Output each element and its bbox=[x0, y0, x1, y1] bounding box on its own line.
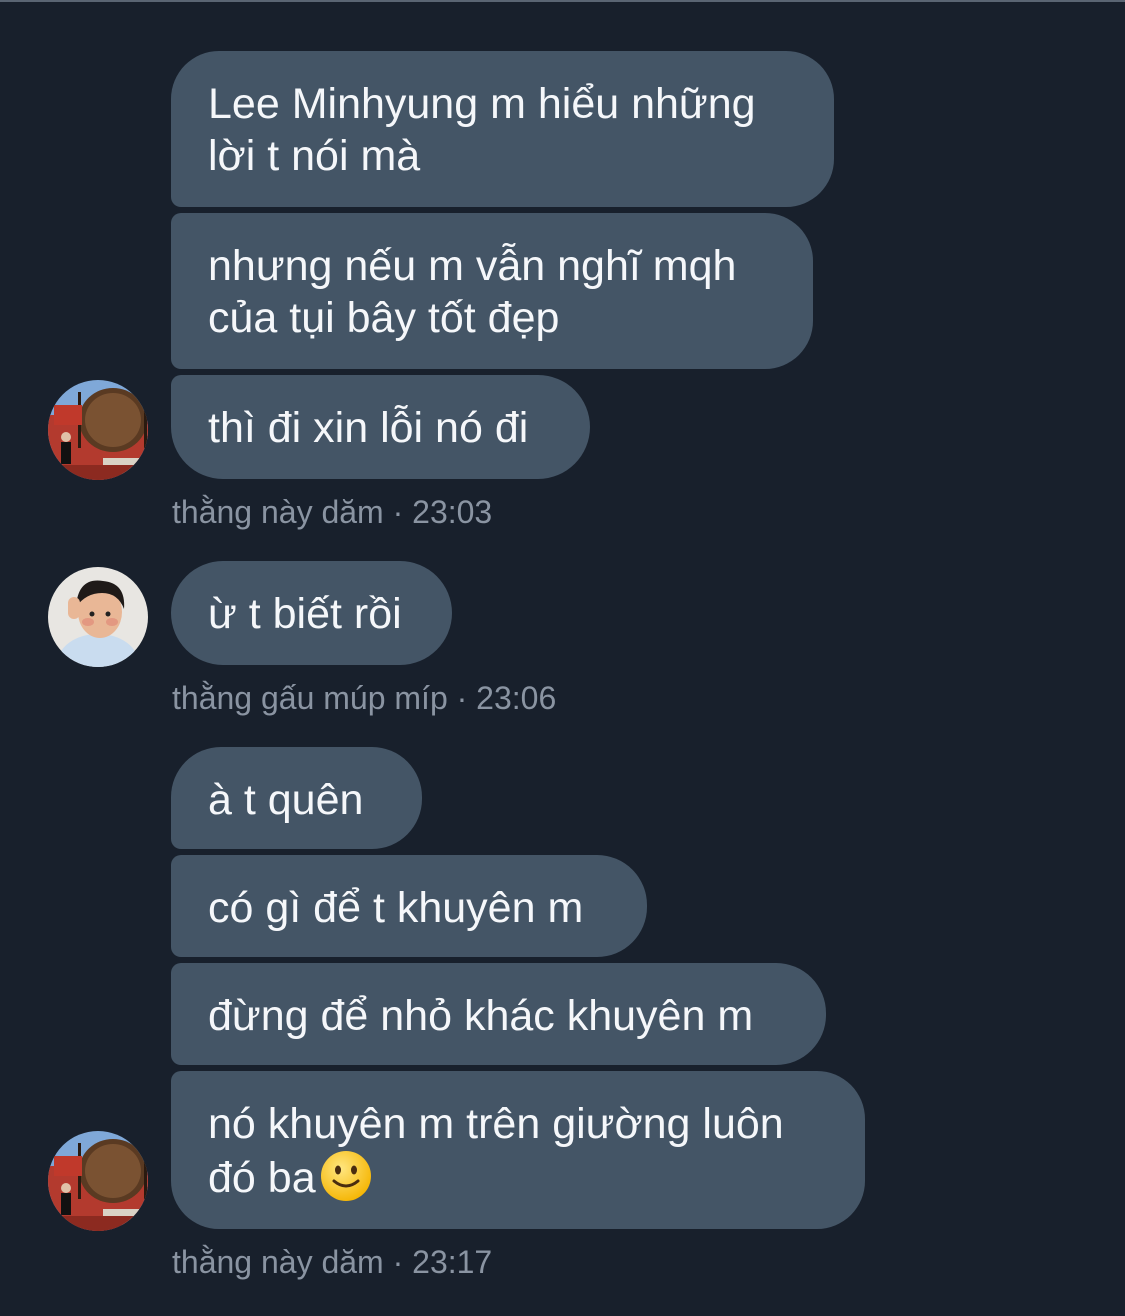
meta-separator: · bbox=[456, 680, 468, 716]
meta-separator: · bbox=[392, 494, 404, 530]
message-text: đừng để nhỏ khác khuyên m bbox=[208, 992, 754, 1040]
message-time: 23:06 bbox=[476, 680, 557, 716]
message-text: Lee Minhyung m hiểu những lời t nói mà bbox=[208, 80, 756, 180]
barrel-photo-icon bbox=[48, 380, 148, 480]
message-text: ừ t biết rồi bbox=[208, 590, 402, 638]
message-time: 23:03 bbox=[412, 494, 493, 530]
message-bubble[interactable]: thì đi xin lỗi nó đi bbox=[171, 375, 590, 479]
sender-name: thằng này dăm bbox=[172, 494, 384, 530]
message-meta: thằng này dăm · 23:17 bbox=[172, 1242, 492, 1282]
message-bubble[interactable]: đừng để nhỏ khác khuyên m bbox=[171, 963, 826, 1065]
sender-name: thằng này dăm bbox=[172, 1244, 384, 1280]
message-text: có gì để t khuyên m bbox=[208, 884, 584, 932]
avatar-thang-nay-dam[interactable] bbox=[48, 1131, 148, 1231]
message-text: nhưng nếu m vẫn nghĩ mqh của tụi bây tốt… bbox=[208, 242, 737, 342]
avatar-thang-nay-dam[interactable] bbox=[48, 380, 148, 480]
message-text: nó khuyên m trên giường luôn đó ba bbox=[208, 1100, 784, 1202]
avatar-thang-gau-mup-mip[interactable] bbox=[48, 567, 148, 667]
message-meta: thằng gấu múp míp · 23:06 bbox=[172, 678, 556, 718]
message-bubble[interactable]: ừ t biết rồi bbox=[171, 561, 452, 665]
child-photo-icon bbox=[48, 567, 148, 667]
message-time: 23:17 bbox=[412, 1244, 493, 1280]
barrel-photo-icon bbox=[48, 1131, 148, 1231]
message-bubble[interactable]: nhưng nếu m vẫn nghĩ mqh của tụi bây tốt… bbox=[171, 213, 813, 369]
message-text: à t quên bbox=[208, 776, 364, 824]
message-meta: thằng này dăm · 23:03 bbox=[172, 492, 492, 532]
meta-separator: · bbox=[392, 1244, 404, 1280]
message-bubble[interactable]: nó khuyên m trên giường luôn đó ba bbox=[171, 1071, 865, 1229]
window-top-border bbox=[0, 0, 1125, 2]
message-bubble[interactable]: Lee Minhyung m hiểu những lời t nói mà bbox=[171, 51, 834, 207]
slightly-smiling-face-emoji bbox=[320, 1151, 371, 1201]
message-bubble[interactable]: à t quên bbox=[171, 747, 422, 849]
sender-name: thằng gấu múp míp bbox=[172, 680, 448, 716]
message-bubble[interactable]: có gì để t khuyên m bbox=[171, 855, 647, 957]
message-text: thì đi xin lỗi nó đi bbox=[208, 404, 529, 452]
